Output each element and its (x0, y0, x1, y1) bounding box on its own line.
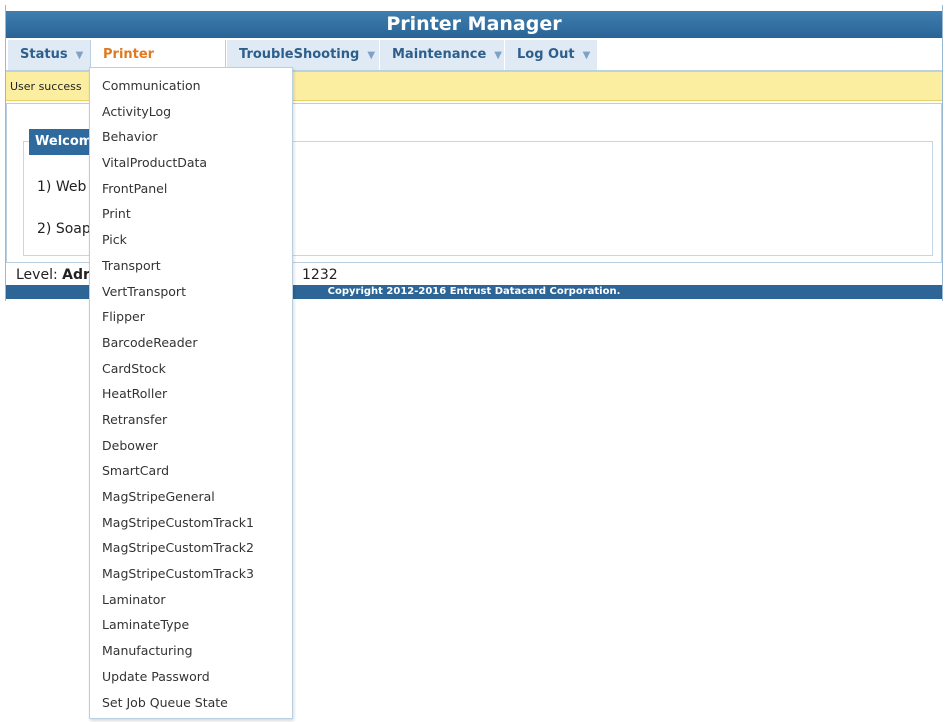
nav-log-out-label: Log Out (517, 47, 575, 62)
chevron-down-icon: ▼ (494, 50, 502, 61)
welcome-line-2: 2) Soap (37, 221, 91, 237)
menu-item-debower[interactable]: Debower (90, 433, 292, 459)
menu-item-magstripegeneral[interactable]: MagStripeGeneral (90, 484, 292, 510)
printer-setting-dropdown: Communication ActivityLog Behavior Vital… (89, 67, 293, 719)
menu-item-behavior[interactable]: Behavior (90, 124, 292, 150)
nav-troubleshooting-label: TroubleShooting (239, 47, 360, 62)
menu-item-transport[interactable]: Transport (90, 253, 292, 279)
menu-item-magstripecustomtrack3[interactable]: MagStripeCustomTrack3 (90, 561, 292, 587)
welcome-line-1: 1) Web (37, 179, 87, 195)
nav-troubleshooting[interactable]: TroubleShooting ▼ (227, 40, 379, 70)
menu-item-manufacturing[interactable]: Manufacturing (90, 638, 292, 664)
menu-item-laminator[interactable]: Laminator (90, 587, 292, 613)
menu-item-vitalproductdata[interactable]: VitalProductData (90, 150, 292, 176)
nav-maintenance[interactable]: Maintenance ▼ (380, 40, 504, 70)
chevron-down-icon: ▼ (582, 50, 591, 61)
app-title: Printer Manager (6, 11, 942, 38)
nav-printer-setting[interactable]: Printer Setting▼ (90, 40, 226, 92)
menu-item-laminatetype[interactable]: LaminateType (90, 612, 292, 638)
level-tail: 1232 (302, 267, 338, 283)
menu-item-set-job-queue-state[interactable]: Set Job Queue State (90, 690, 292, 716)
level-value: Adr (62, 267, 90, 283)
nav-status-label: Status (20, 47, 68, 62)
menu-item-barcodereader[interactable]: BarcodeReader (90, 330, 292, 356)
menu-item-communication[interactable]: Communication (90, 73, 292, 99)
menu-item-retransfer[interactable]: Retransfer (90, 407, 292, 433)
menu-item-update-password[interactable]: Update Password (90, 664, 292, 690)
menu-item-pick[interactable]: Pick (90, 227, 292, 253)
nav-log-out[interactable]: Log Out ▼ (505, 40, 597, 70)
menu-item-heatroller[interactable]: HeatRoller (90, 381, 292, 407)
menu-item-frontpanel[interactable]: FrontPanel (90, 176, 292, 202)
chevron-down-icon: ▼ (75, 50, 84, 61)
chevron-down-icon: ▼ (367, 50, 376, 61)
menu-item-smartcard[interactable]: SmartCard (90, 458, 292, 484)
menu-item-verttransport[interactable]: VertTransport (90, 279, 292, 305)
menu-item-activitylog[interactable]: ActivityLog (90, 99, 292, 125)
menu-item-cardstock[interactable]: CardStock (90, 356, 292, 382)
menu-item-magstripecustomtrack1[interactable]: MagStripeCustomTrack1 (90, 510, 292, 536)
level-label: Level: (16, 267, 58, 283)
level-row: Level: Adr (16, 267, 90, 283)
menu-item-print[interactable]: Print (90, 201, 292, 227)
nav-maintenance-label: Maintenance (392, 47, 487, 62)
menu-item-flipper[interactable]: Flipper (90, 304, 292, 330)
nav-status[interactable]: Status ▼ (8, 40, 90, 70)
menu-item-magstripecustomtrack2[interactable]: MagStripeCustomTrack2 (90, 535, 292, 561)
